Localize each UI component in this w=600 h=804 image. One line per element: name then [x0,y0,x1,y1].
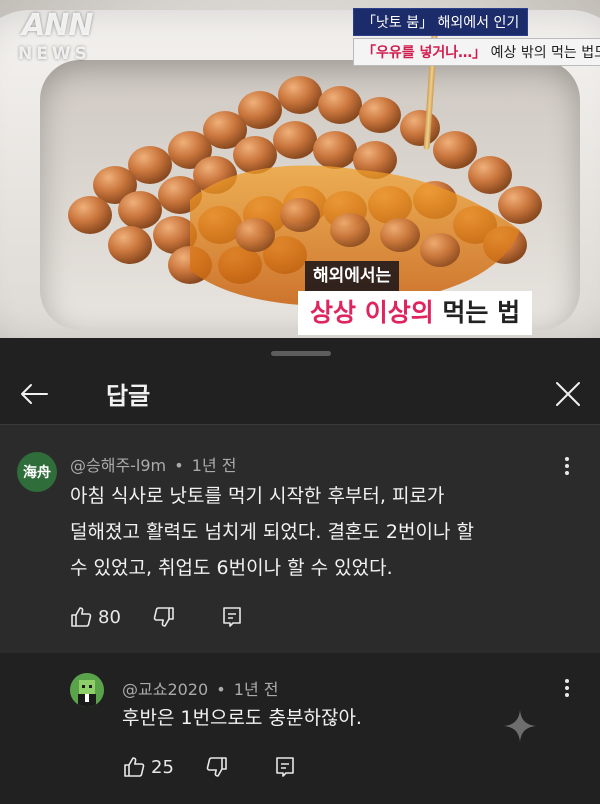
thumbs-up-icon [71,607,92,627]
caption-big-highlight: 상상 이상의 [310,298,434,327]
parent-comment: 海舟 @승해주-l9m • 1년 전 아침 식사로 낫토를 먹기 시작한 후부터… [0,425,600,653]
comment-author[interactable]: @승해주-l9m [70,456,166,475]
page-title: 답글 [106,382,151,410]
kebab-dot-icon [565,693,569,697]
more-options-button[interactable] [557,451,577,481]
avatar-character-icon [70,673,104,707]
comment-text: 아침 식사로 낫토를 먹기 시작한 후부터, 피로가 덜해졌고 활력도 넘치게 … [70,478,580,586]
ticker-headline: 「낫토 붐」 해외에서 인기 [353,8,529,36]
like-button[interactable] [121,754,147,780]
comment-line: 덜해졌고 활력도 넘치게 되었다. 결혼도 2번이나 할 [70,521,474,543]
avatar[interactable] [70,673,104,707]
comment-time: 1년 전 [191,456,237,475]
kebab-dot-icon [565,471,569,475]
video-player[interactable]: ANN NEWS 「낫토 붐」 해외에서 인기 「우유를 넣거나…」 예상 밖의… [0,0,600,338]
reply-author[interactable]: @교쇼2020 [122,680,208,699]
avatar[interactable]: 海舟 [17,452,57,492]
arrow-left-icon [21,384,48,404]
sparkle-icon [504,710,536,742]
meta-separator: • [174,456,184,475]
comment-actions: 80 [68,602,245,632]
caption-small: 해외에서는 [305,261,400,292]
kebab-dot-icon [565,464,569,468]
reply-comment-icon [276,757,294,777]
reply-button[interactable] [219,604,245,630]
kebab-dot-icon [565,686,569,690]
dislike-button[interactable] [204,754,230,780]
thumbs-down-icon [206,757,227,777]
thumbs-up-icon [124,757,145,777]
dislike-button[interactable] [151,604,177,630]
like-count: 80 [98,606,121,628]
reply-actions: 25 [121,752,298,782]
meta-separator: • [216,680,226,699]
ticker-subheadline: 「우유를 넣거나…」 예상 밖의 먹는 법도 [353,38,600,66]
reply-comment-icon [223,607,241,627]
close-button[interactable] [550,376,586,412]
drag-handle[interactable] [271,351,331,356]
like-count: 25 [151,756,174,778]
close-icon [556,382,580,406]
reply-meta: @교쇼2020 • 1년 전 [122,676,279,700]
more-options-button[interactable] [557,673,577,703]
comment-meta: @승해주-l9m • 1년 전 [70,452,237,476]
reply-comment: @교쇼2020 • 1년 전 후반은 1번으로도 충분하잖아. 25 [0,653,600,804]
reply-time: 1년 전 [233,680,279,699]
reply-text: 후반은 1번으로도 충분하잖아. [122,707,362,729]
like-button[interactable] [68,604,94,630]
comment-line: 아침 식사로 낫토를 먹기 시작한 후부터, 피로가 [70,485,445,507]
reply-button[interactable] [272,754,298,780]
back-button[interactable] [16,376,52,412]
ticker-rest: 예상 밖의 먹는 법도 [486,45,600,61]
kebab-dot-icon [565,679,569,683]
ticker-highlight: 「우유를 넣거나…」 [362,45,487,61]
caption-big-rest: 먹는 법 [433,298,521,327]
ann-news-logo: ANN NEWS [18,8,93,64]
caption-big: 상상 이상의 먹는 법 [298,291,533,335]
comment-line: 수 있었고, 취업도 6번이나 할 수 있었다. [70,557,393,579]
thumbs-down-icon [153,607,174,627]
replies-header: 답글 [0,360,600,424]
kebab-dot-icon [565,457,569,461]
